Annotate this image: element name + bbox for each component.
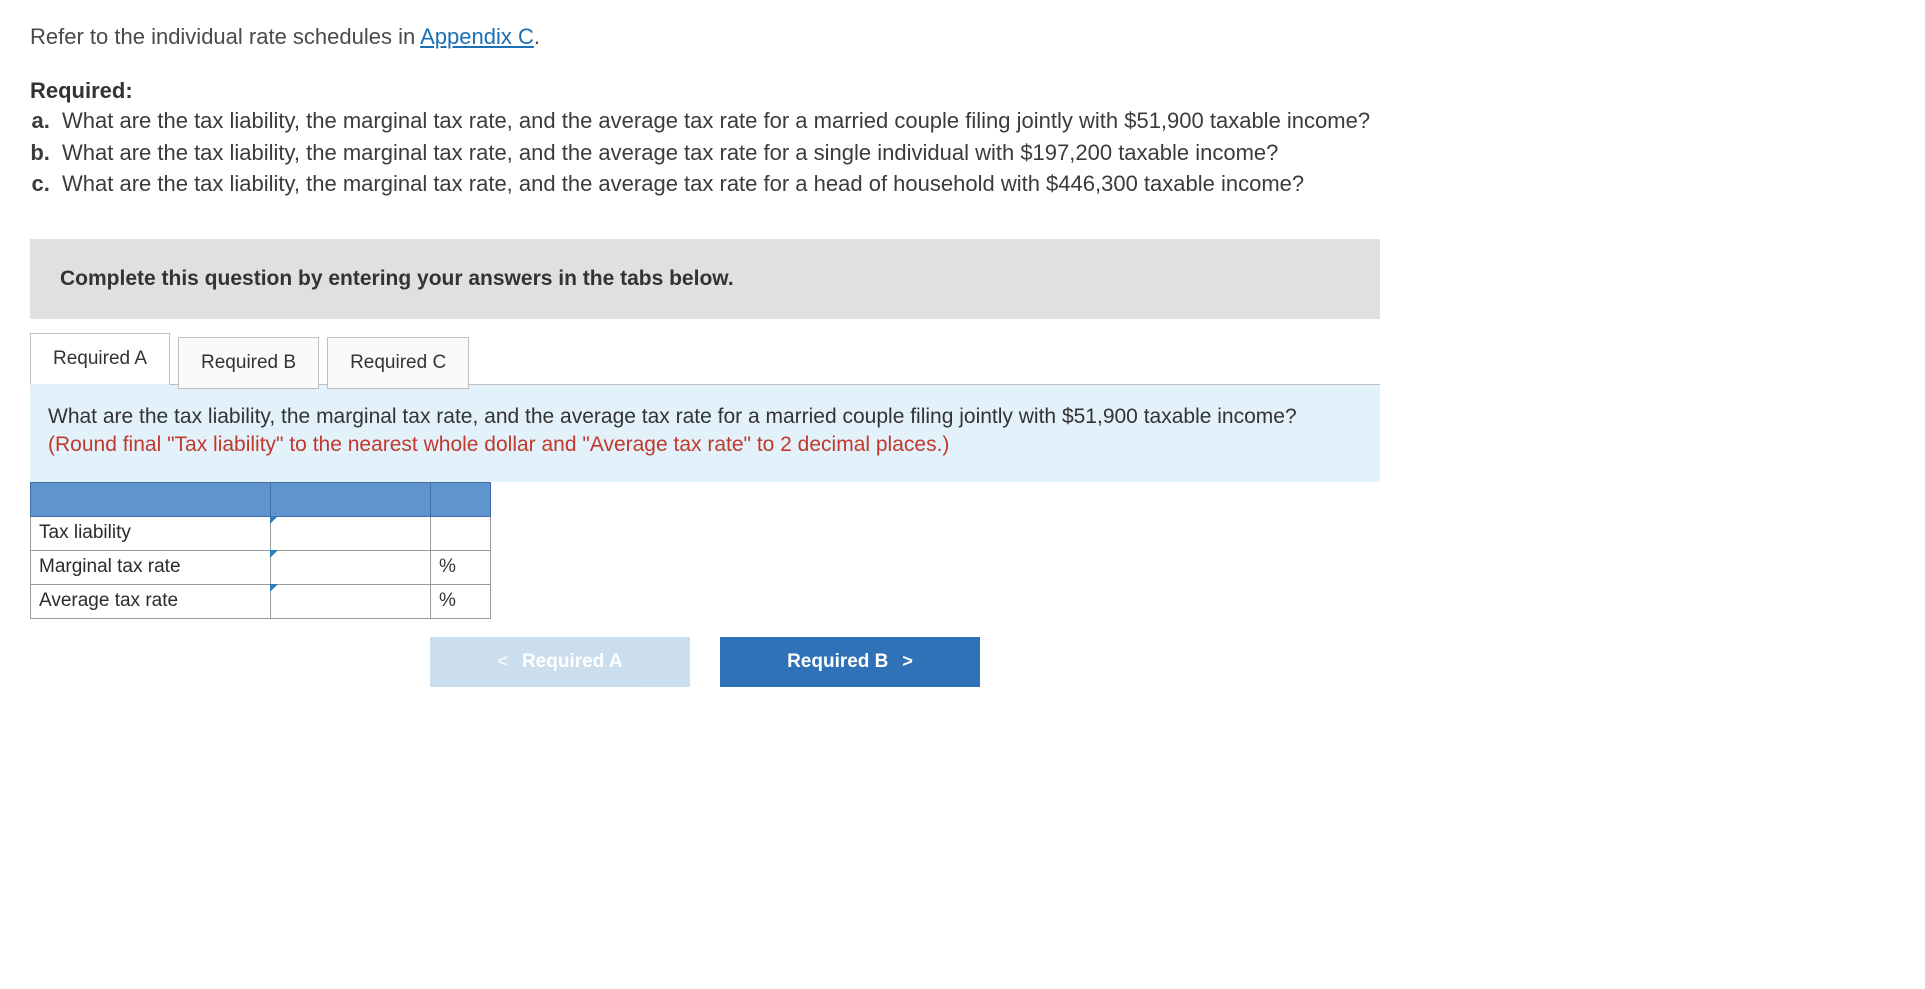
row-label-tax-liability: Tax liability [31, 516, 271, 550]
unit-tax-liability [431, 516, 491, 550]
input-average-rate[interactable] [271, 584, 431, 618]
chevron-right-icon: > [902, 651, 913, 672]
input-marker-icon [270, 516, 278, 524]
intro-prefix: Refer to the individual rate schedules i… [30, 24, 420, 49]
tab-panel: What are the tax liability, the marginal… [30, 384, 1380, 482]
input-marker-icon [270, 584, 278, 592]
input-marker-icon [270, 550, 278, 558]
required-heading: Required: [30, 78, 1895, 104]
intro-suffix: . [534, 24, 540, 49]
appendix-link[interactable]: Appendix C [420, 24, 534, 49]
header-cell-label [31, 482, 271, 516]
row-label-average-rate: Average tax rate [31, 584, 271, 618]
table-row: Average tax rate % [31, 584, 491, 618]
row-label-marginal-rate: Marginal tax rate [31, 550, 271, 584]
prev-button[interactable]: < Required A [430, 637, 690, 687]
prev-button-label: Required A [522, 651, 623, 673]
nav-row: < Required A Required B > [30, 637, 1380, 687]
panel-hint: (Round final "Tax liability" to the near… [48, 433, 949, 456]
question-a: What are the tax liability, the marginal… [56, 106, 1895, 136]
next-button[interactable]: Required B > [720, 637, 980, 687]
unit-average-rate: % [431, 584, 491, 618]
question-c: What are the tax liability, the marginal… [56, 169, 1895, 199]
table-row: Tax liability [31, 516, 491, 550]
answer-table: Tax liability Marginal tax rate % Averag… [30, 482, 491, 619]
table-row: Marginal tax rate % [31, 550, 491, 584]
intro-text: Refer to the individual rate schedules i… [30, 24, 1895, 50]
question-b: What are the tax liability, the marginal… [56, 138, 1895, 168]
next-button-label: Required B [787, 651, 888, 673]
header-cell-unit [431, 482, 491, 516]
input-marginal-rate[interactable] [271, 550, 431, 584]
tab-required-c[interactable]: Required C [327, 337, 469, 389]
unit-marginal-rate: % [431, 550, 491, 584]
instruction-bar: Complete this question by entering your … [30, 239, 1380, 319]
chevron-left-icon: < [497, 651, 508, 672]
header-cell-input [271, 482, 431, 516]
panel-question: What are the tax liability, the marginal… [48, 405, 1297, 428]
tab-required-b[interactable]: Required B [178, 337, 319, 389]
table-header-row [31, 482, 491, 516]
tabs-row: Required A Required B Required C [30, 333, 1895, 385]
input-tax-liability[interactable] [271, 516, 431, 550]
tab-required-a[interactable]: Required A [30, 333, 170, 385]
question-list: What are the tax liability, the marginal… [30, 106, 1895, 199]
